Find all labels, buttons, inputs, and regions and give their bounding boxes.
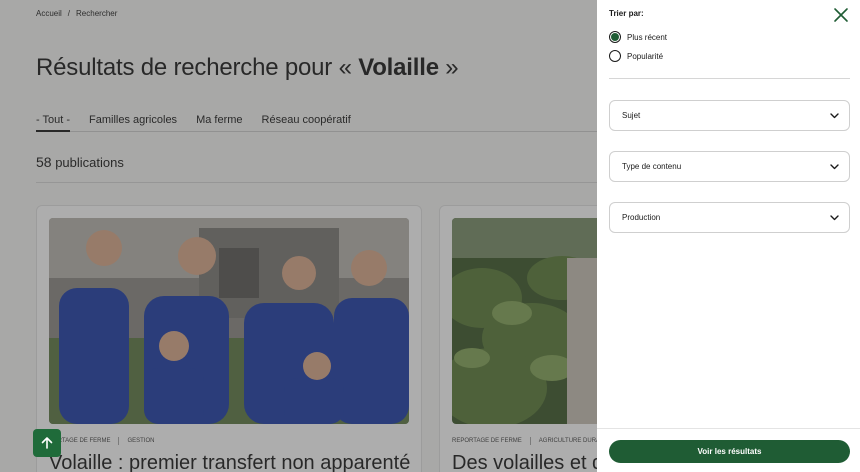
sort-option-popularity[interactable]: Popularité bbox=[609, 50, 663, 62]
filter-panel: Trier par: Plus récent Popularité Sujet … bbox=[597, 0, 860, 472]
content-type-select[interactable]: Type de contenu bbox=[609, 151, 850, 182]
arrow-up-icon bbox=[41, 437, 53, 449]
chevron-down-icon bbox=[830, 214, 839, 220]
sort-option-label: Popularité bbox=[627, 51, 664, 61]
close-button[interactable] bbox=[832, 6, 850, 24]
panel-divider bbox=[609, 78, 850, 79]
chevron-down-icon bbox=[830, 163, 839, 169]
modal-overlay[interactable] bbox=[0, 0, 597, 472]
sort-option-label: Plus récent bbox=[627, 32, 668, 42]
close-icon bbox=[834, 8, 848, 22]
radio-button[interactable] bbox=[609, 31, 621, 43]
scroll-to-top-button[interactable] bbox=[33, 429, 61, 457]
radio-button[interactable] bbox=[609, 50, 621, 62]
subject-select[interactable]: Sujet bbox=[609, 100, 850, 131]
select-label: Sujet bbox=[622, 111, 641, 120]
sort-title: Trier par: bbox=[609, 9, 644, 18]
select-label: Production bbox=[622, 213, 661, 222]
select-label: Type de contenu bbox=[622, 162, 682, 171]
production-select[interactable]: Production bbox=[609, 202, 850, 233]
panel-footer-divider bbox=[597, 428, 860, 429]
view-results-button[interactable]: Voir les résultats bbox=[609, 440, 850, 463]
chevron-down-icon bbox=[830, 112, 839, 118]
sort-option-recent[interactable]: Plus récent bbox=[609, 31, 667, 43]
